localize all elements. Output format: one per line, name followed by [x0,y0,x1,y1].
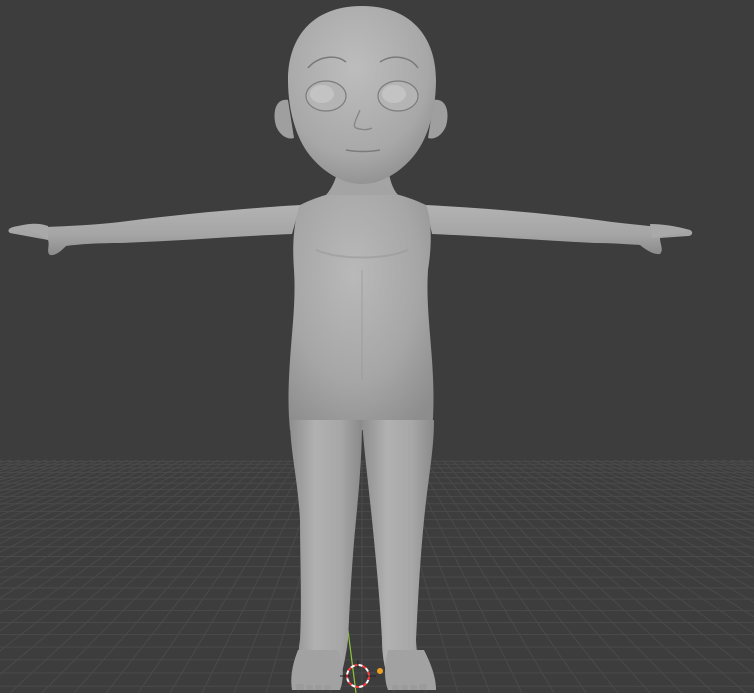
left-arm[interactable] [8,205,300,256]
grid-line [105,459,291,693]
grid-line [0,459,21,466]
grid-line [0,459,219,599]
grid-line [469,459,747,693]
grid-line [433,459,619,693]
right-foot[interactable] [385,650,436,690]
right-leg[interactable] [362,420,434,680]
viewport-canvas[interactable] [0,0,754,693]
left-leg[interactable] [290,420,362,680]
grid-line [478,459,754,675]
grid-line [676,459,754,483]
grid-line [0,459,147,523]
grid-line [169,459,309,693]
grid-line [460,459,715,693]
grid-line [631,459,754,502]
grid-line [487,459,754,654]
grid-line [0,459,183,553]
grid-line [577,459,754,535]
eye-right-shade [382,85,406,103]
grid-line [523,459,754,591]
grid-line [649,459,754,494]
grid-line [0,459,246,652]
torso[interactable] [288,190,434,430]
grid-line [415,459,555,693]
grid-line [505,459,754,618]
grid-line [73,459,282,693]
eye-left-shade [310,85,334,103]
grid-line [685,459,754,480]
grid-line [559,459,754,550]
grid-line [442,459,651,693]
grid-line [0,459,48,475]
character-model[interactable] [8,6,693,690]
grid-line [9,459,264,693]
grid-line [532,459,754,579]
3d-viewport[interactable] [0,0,754,693]
object-origin-icon [377,668,383,674]
grid-line [514,459,754,604]
3d-cursor-icon[interactable] [340,660,376,688]
grid-line [0,459,156,529]
